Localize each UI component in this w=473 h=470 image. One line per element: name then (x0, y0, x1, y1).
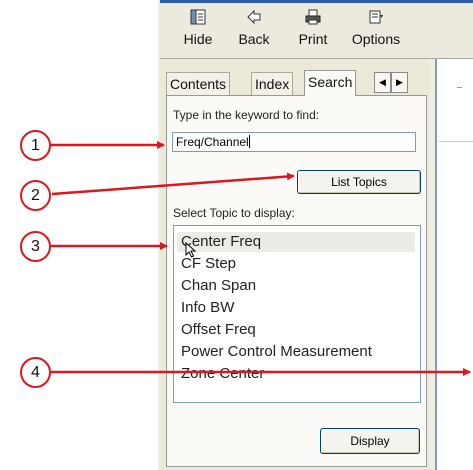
callout-1: 1 (20, 130, 51, 161)
callout-2-arrow (51, 172, 295, 196)
callout-arrows (51, 141, 471, 376)
callout-3: 3 (20, 231, 51, 262)
callout-2: 2 (20, 180, 51, 211)
callout-4: 4 (20, 357, 51, 388)
